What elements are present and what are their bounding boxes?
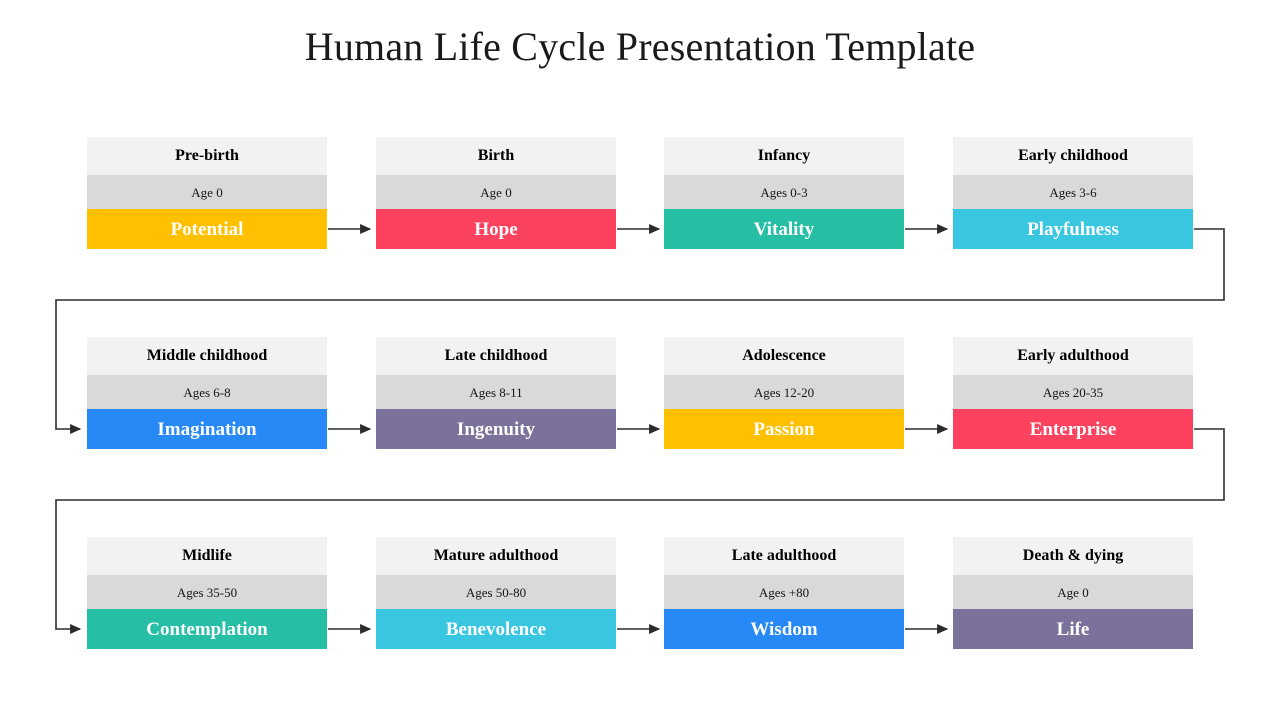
stage-trait: Passion [664, 409, 904, 449]
stage-trait: Life [953, 609, 1193, 649]
stage-title: Death & dying [953, 537, 1193, 575]
stage-title: Middle childhood [87, 337, 327, 375]
stage-card[interactable]: Adolescence Ages 12-20 Passion [664, 337, 904, 449]
stage-title: Early adulthood [953, 337, 1193, 375]
stage-title: Infancy [664, 137, 904, 175]
stage-age: Age 0 [953, 575, 1193, 609]
stage-card[interactable]: Death & dying Age 0 Life [953, 537, 1193, 649]
stage-age: Ages 3-6 [953, 175, 1193, 209]
stage-card[interactable]: Pre-birth Age 0 Potential [87, 137, 327, 249]
stage-age: Ages 0-3 [664, 175, 904, 209]
stage-card[interactable]: Early childhood Ages 3-6 Playfulness [953, 137, 1193, 249]
stage-age: Ages 35-50 [87, 575, 327, 609]
stage-trait: Ingenuity [376, 409, 616, 449]
stage-trait: Potential [87, 209, 327, 249]
stage-card[interactable]: Late adulthood Ages +80 Wisdom [664, 537, 904, 649]
lifecycle-row: Pre-birth Age 0 Potential Birth Age 0 Ho… [87, 137, 1193, 249]
stage-age: Ages 6-8 [87, 375, 327, 409]
stage-title: Adolescence [664, 337, 904, 375]
stage-age: Age 0 [376, 175, 616, 209]
stage-card[interactable]: Infancy Ages 0-3 Vitality [664, 137, 904, 249]
stage-trait: Enterprise [953, 409, 1193, 449]
stage-title: Birth [376, 137, 616, 175]
stage-age: Ages 20-35 [953, 375, 1193, 409]
stage-title: Pre-birth [87, 137, 327, 175]
lifecycle-row: Midlife Ages 35-50 Contemplation Mature … [87, 537, 1193, 649]
stage-title: Late adulthood [664, 537, 904, 575]
stage-age: Ages 12-20 [664, 375, 904, 409]
stage-card[interactable]: Early adulthood Ages 20-35 Enterprise [953, 337, 1193, 449]
stage-age: Ages +80 [664, 575, 904, 609]
stage-trait: Playfulness [953, 209, 1193, 249]
stage-age: Ages 50-80 [376, 575, 616, 609]
stage-card[interactable]: Midlife Ages 35-50 Contemplation [87, 537, 327, 649]
stage-trait: Vitality [664, 209, 904, 249]
stage-card[interactable]: Birth Age 0 Hope [376, 137, 616, 249]
stage-age: Ages 8-11 [376, 375, 616, 409]
page-title: Human Life Cycle Presentation Template [304, 24, 976, 69]
stage-trait: Contemplation [87, 609, 327, 649]
stage-title: Mature adulthood [376, 537, 616, 575]
slide-canvas: Human Life Cycle Presentation Template P… [0, 0, 1280, 720]
stage-card[interactable]: Middle childhood Ages 6-8 Imagination [87, 337, 327, 449]
lifecycle-row: Middle childhood Ages 6-8 Imagination La… [87, 337, 1193, 449]
stage-title: Midlife [87, 537, 327, 575]
stage-card[interactable]: Mature adulthood Ages 50-80 Benevolence [376, 537, 616, 649]
stage-card[interactable]: Late childhood Ages 8-11 Ingenuity [376, 337, 616, 449]
stage-age: Age 0 [87, 175, 327, 209]
stage-trait: Wisdom [664, 609, 904, 649]
stage-trait: Hope [376, 209, 616, 249]
stage-trait: Imagination [87, 409, 327, 449]
lifecycle-grid: Pre-birth Age 0 Potential Birth Age 0 Ho… [87, 137, 1193, 655]
stage-title: Early childhood [953, 137, 1193, 175]
stage-title: Late childhood [376, 337, 616, 375]
stage-trait: Benevolence [376, 609, 616, 649]
